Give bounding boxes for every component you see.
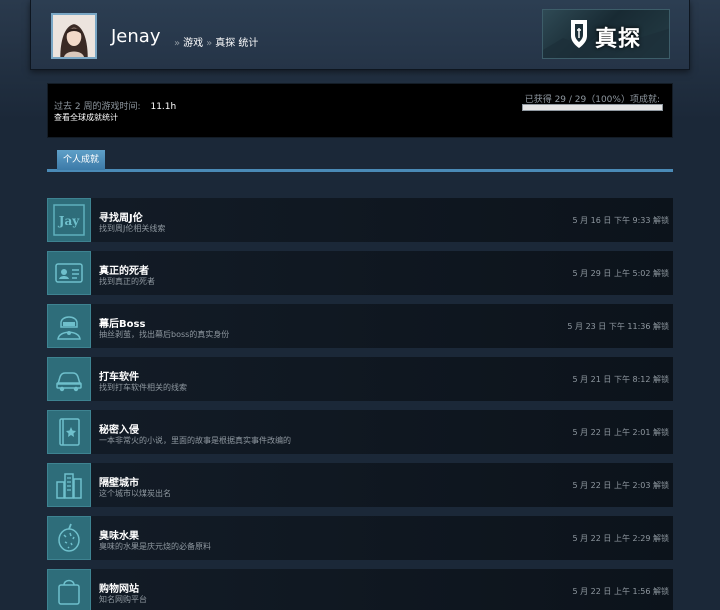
achievement-unlock-date: 5 月 23 日 下午 11:36 解锁 bbox=[567, 322, 669, 331]
achievement-title: 隔壁城市 bbox=[99, 478, 139, 489]
car-icon bbox=[47, 357, 91, 401]
achievement-description: 臭味的水果是庆元烧的必备原料 bbox=[99, 542, 211, 551]
masked-figure-icon bbox=[47, 304, 91, 348]
achievement-description: 找到真正的死者 bbox=[99, 277, 155, 286]
achievement-row: 真正的死者 找到真正的死者 5 月 29 日 上午 5:02 解锁 bbox=[47, 251, 673, 295]
achievement-title: 购物网站 bbox=[99, 584, 139, 595]
global-stats-link[interactable]: 查看全球成就统计 bbox=[54, 112, 118, 123]
achievement-unlock-date: 5 月 16 日 下午 9:33 解锁 bbox=[572, 216, 670, 225]
achievement-row: 购物网站 知名网购平台 5 月 22 日 上午 1:56 解锁 bbox=[47, 569, 673, 610]
achievement-unlock-date: 5 月 22 日 上午 2:01 解锁 bbox=[572, 428, 670, 437]
achievement-row: 打车软件 找到打车软件相关的线索 5 月 21 日 下午 8:12 解锁 bbox=[47, 357, 673, 401]
breadcrumb-game-stats[interactable]: 真探 统计 bbox=[215, 38, 258, 49]
playtime-label: 过去 2 周的游戏时间: bbox=[54, 102, 141, 112]
achievement-title: 打车软件 bbox=[99, 372, 139, 383]
achievement-title: 幕后Boss bbox=[99, 319, 146, 330]
achievement-title: 秘密入侵 bbox=[99, 425, 139, 436]
breadcrumb-separator: » bbox=[174, 38, 181, 49]
achievement-title: 臭味水果 bbox=[99, 531, 139, 542]
achievement-progress-bar bbox=[522, 104, 663, 111]
achievement-list: Jay 寻找周J伦 找到周J伦相关线索 5 月 16 日 下午 9:33 解锁 … bbox=[47, 198, 673, 610]
achievement-unlock-date: 5 月 21 日 下午 8:12 解锁 bbox=[572, 375, 670, 384]
breadcrumb-separator: » bbox=[206, 38, 213, 49]
achievement-title: 真正的死者 bbox=[99, 266, 149, 277]
game-logo[interactable]: 真探 bbox=[542, 9, 670, 59]
achievement-row: 隔壁城市 这个城市以煤炭出名 5 月 22 日 上午 2:03 解锁 bbox=[47, 463, 673, 507]
achievement-progress-fill bbox=[523, 105, 662, 110]
achievement-description: 找到周J伦相关线索 bbox=[99, 224, 166, 233]
shopping-bag-icon bbox=[47, 569, 91, 610]
achievement-unlock-date: 5 月 29 日 上午 5:02 解锁 bbox=[572, 269, 670, 278]
achievement-title: 寻找周J伦 bbox=[99, 213, 143, 224]
breadcrumb-games-link[interactable]: 游戏 bbox=[183, 38, 203, 49]
achievement-unlock-date: 5 月 22 日 上午 1:56 解锁 bbox=[572, 587, 670, 596]
tab-bar: 个人成就 bbox=[47, 148, 673, 172]
tab-personal-achievements[interactable]: 个人成就 bbox=[57, 150, 106, 170]
achievement-row: Jay 寻找周J伦 找到周J伦相关线索 5 月 16 日 下午 9:33 解锁 bbox=[47, 198, 673, 242]
book-icon bbox=[47, 410, 91, 454]
username[interactable]: Jenay bbox=[111, 26, 160, 47]
achievement-description: 找到打车软件相关的线索 bbox=[99, 383, 187, 392]
avatar[interactable] bbox=[51, 13, 97, 59]
svg-text:Jay: Jay bbox=[58, 214, 80, 228]
achievement-description: 抽丝剥茧，找出幕后boss的真实身份 bbox=[99, 330, 230, 339]
achievement-unlock-date: 5 月 22 日 上午 2:29 解锁 bbox=[572, 534, 670, 543]
achievement-unlock-date: 5 月 22 日 上午 2:03 解锁 bbox=[572, 481, 670, 490]
achievement-row: 秘密入侵 一本非常火的小说，里面的故事是根据真实事件改编的 5 月 22 日 上… bbox=[47, 410, 673, 454]
achievement-row: 幕后Boss 抽丝剥茧，找出幕后boss的真实身份 5 月 23 日 下午 11… bbox=[47, 304, 673, 348]
jay-icon: Jay bbox=[47, 198, 91, 242]
achievement-description: 一本非常火的小说，里面的故事是根据真实事件改编的 bbox=[99, 436, 291, 445]
achievement-row: 臭味水果 臭味的水果是庆元烧的必备原料 5 月 22 日 上午 2:29 解锁 bbox=[47, 516, 673, 560]
playtime-hours: 11.1h bbox=[150, 102, 177, 112]
achievement-description: 知名网购平台 bbox=[99, 595, 147, 604]
profile-header: Jenay » 游戏» 真探 统计 真探 bbox=[30, 0, 690, 70]
city-icon bbox=[47, 463, 91, 507]
id-card-icon bbox=[47, 251, 91, 295]
durian-icon bbox=[47, 516, 91, 560]
playtime: 过去 2 周的游戏时间: 11.1h bbox=[54, 99, 176, 112]
stats-summary: 过去 2 周的游戏时间: 11.1h 查看全球成就统计 已获得 29 / 29（1… bbox=[47, 83, 673, 138]
breadcrumb: » 游戏» 真探 统计 bbox=[171, 34, 258, 49]
achievement-description: 这个城市以煤炭出名 bbox=[99, 489, 171, 498]
game-logo-text: 真探 bbox=[595, 26, 642, 52]
